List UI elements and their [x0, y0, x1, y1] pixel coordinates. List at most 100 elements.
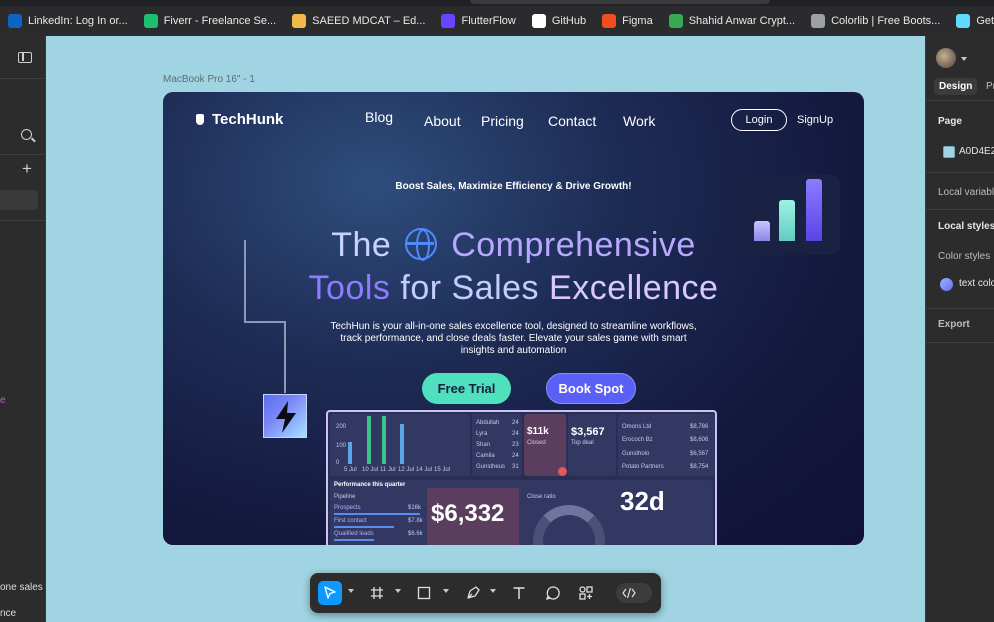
leader-value: 31: [512, 464, 519, 470]
pen-tool-button[interactable]: [462, 581, 484, 605]
account-name: Potato Partners: [622, 464, 664, 470]
account-name: Erococh Bz: [622, 437, 653, 443]
leader-value: 24: [512, 453, 519, 459]
color-styles-title: Color styles: [938, 251, 991, 262]
bookmark-item[interactable]: LinkedIn: Log In or...: [0, 6, 136, 36]
dashboard-bar: [382, 416, 386, 464]
nav-link-blog[interactable]: Blog: [365, 109, 424, 129]
free-trial-button[interactable]: Free Trial: [422, 373, 511, 404]
macbook-frame[interactable]: TechHunk Blog About Pricing Contact Work…: [163, 92, 864, 545]
heading-word: for Sales: [400, 269, 540, 307]
nav-link-pricing[interactable]: Pricing: [481, 113, 548, 129]
bookmark-item[interactable]: SAEED MDCAT – Ed...: [284, 6, 433, 36]
design-canvas[interactable]: MacBook Pro 16" - 1 TechHunk Blog About …: [46, 36, 925, 622]
pipeline-value: $16k: [408, 505, 422, 511]
search-icon[interactable]: [21, 129, 32, 140]
local-styles-title: Local styles: [938, 221, 994, 232]
shape-tool-button[interactable]: [413, 581, 435, 605]
divider: [0, 220, 45, 221]
dashboard-bar: [348, 442, 352, 464]
heading-word: Comprehensive: [451, 226, 696, 264]
heading-word: Tools: [308, 269, 391, 307]
leader-value: 23: [512, 442, 519, 448]
leader-value: 24: [512, 420, 519, 426]
move-tool-button[interactable]: [318, 581, 342, 605]
chevron-down-icon[interactable]: [961, 57, 967, 61]
kpi-top-deal-panel: $3,567 Top deal: [568, 414, 616, 476]
book-spot-button[interactable]: Book Spot: [546, 373, 636, 404]
divider: [0, 78, 45, 79]
add-page-icon[interactable]: +: [22, 160, 32, 177]
actions-tool-button[interactable]: [575, 581, 597, 605]
frame-tool-button[interactable]: [366, 581, 388, 605]
dev-mode-toggle[interactable]: [616, 583, 652, 603]
bookmark-item[interactable]: Getting Started – Re...: [948, 6, 994, 36]
account-value: $8,754: [690, 464, 709, 470]
dashboard-preview: 200 100 0 5 Jul 10 Jul 11 Jul 12 Jul 14 …: [326, 410, 717, 545]
chevron-down-icon[interactable]: [348, 589, 354, 593]
code-icon: [622, 587, 636, 599]
axis-tick: 0: [336, 460, 340, 466]
accounts-panel: Omons Ltd $8,786 Erococh Bz $8,606 Gunst…: [618, 414, 715, 476]
leaderboard-panel: Abdullah 24 Lyra 24 Shan 23 Camila 24 Gu…: [472, 414, 522, 476]
alert-icon: [558, 467, 567, 476]
pipeline-value: $7.8k: [408, 518, 423, 524]
chevron-down-icon[interactable]: [490, 589, 496, 593]
chevron-down-icon[interactable]: [443, 589, 449, 593]
bookmark-item[interactable]: FlutterFlow: [433, 6, 523, 36]
layers-sidebar: + e one sales e nce: [0, 36, 46, 622]
color-style-swatch[interactable]: [940, 278, 953, 291]
bookmark-item[interactable]: Figma: [594, 6, 661, 36]
user-avatar[interactable]: [936, 48, 956, 68]
bookmark-label: Shahid Anwar Crypt...: [688, 15, 796, 27]
account-name: Gunstholo: [622, 451, 650, 457]
page-color-hex[interactable]: A0D4E2: [959, 146, 994, 157]
export-section-title[interactable]: Export: [938, 319, 970, 330]
cursor-icon: [324, 586, 336, 599]
pipeline-stage: Prospects: [334, 505, 361, 511]
nav-link-work[interactable]: Work: [623, 113, 663, 129]
chevron-down-icon[interactable]: [395, 589, 401, 593]
chart-bar: [779, 200, 795, 241]
hero-description: TechHun is your all-in-one sales excelle…: [330, 321, 697, 356]
bookmark-item[interactable]: Colorlib | Free Boots...: [803, 6, 948, 36]
bookmark-label: SAEED MDCAT – Ed...: [312, 15, 426, 27]
site-logo[interactable]: TechHunk: [196, 111, 283, 128]
leader-name: Camila: [476, 453, 495, 459]
local-variables-link[interactable]: Local variabl: [938, 187, 994, 198]
axis-tick: 200: [336, 424, 347, 430]
bookmark-item[interactable]: Fiverr - Freelance Se...: [136, 6, 284, 36]
tab-design[interactable]: Design: [934, 78, 978, 95]
bookmark-item[interactable]: GitHub: [524, 6, 594, 36]
sidebar-toggle-icon[interactable]: [18, 52, 32, 63]
page-color-swatch[interactable]: [943, 146, 955, 158]
dashboard-chart-panel: 200 100 0 5 Jul 10 Jul 11 Jul 12 Jul 14 …: [330, 414, 470, 476]
signup-link[interactable]: SignUp: [797, 114, 833, 126]
layer-label-partial[interactable]: e: [0, 395, 6, 406]
layer-label-partial[interactable]: one sales e: [0, 582, 45, 593]
color-style-name[interactable]: text colo: [959, 278, 994, 289]
nav-link-contact[interactable]: Contact: [548, 113, 623, 129]
divider: [926, 209, 994, 210]
close-ratio-label: Close ratio: [527, 494, 556, 500]
login-button[interactable]: Login: [731, 109, 787, 131]
pipeline-value: $6.6k: [408, 531, 423, 537]
axis-tick: 100: [336, 443, 347, 449]
comment-tool-button[interactable]: [542, 581, 564, 605]
text-tool-button[interactable]: [508, 581, 530, 605]
axis-tick: 11 Jul: [380, 467, 396, 473]
leader-value: 24: [512, 431, 519, 437]
layer-label-partial[interactable]: nce: [0, 608, 16, 619]
page-list-item[interactable]: [0, 190, 38, 210]
pipeline-bar: [334, 539, 374, 541]
big-value: $6,332: [431, 500, 505, 527]
active-tab[interactable]: [470, 0, 770, 4]
nav-link-about[interactable]: About: [424, 113, 481, 129]
account-value: $6,567: [690, 451, 709, 457]
frame-icon: [371, 587, 383, 599]
frame-label[interactable]: MacBook Pro 16" - 1: [163, 74, 255, 85]
account-value: $8,606: [690, 437, 709, 443]
bookmark-item[interactable]: Shahid Anwar Crypt...: [661, 6, 803, 36]
tab-prototype[interactable]: Pr: [986, 81, 994, 92]
divider: [926, 100, 994, 101]
